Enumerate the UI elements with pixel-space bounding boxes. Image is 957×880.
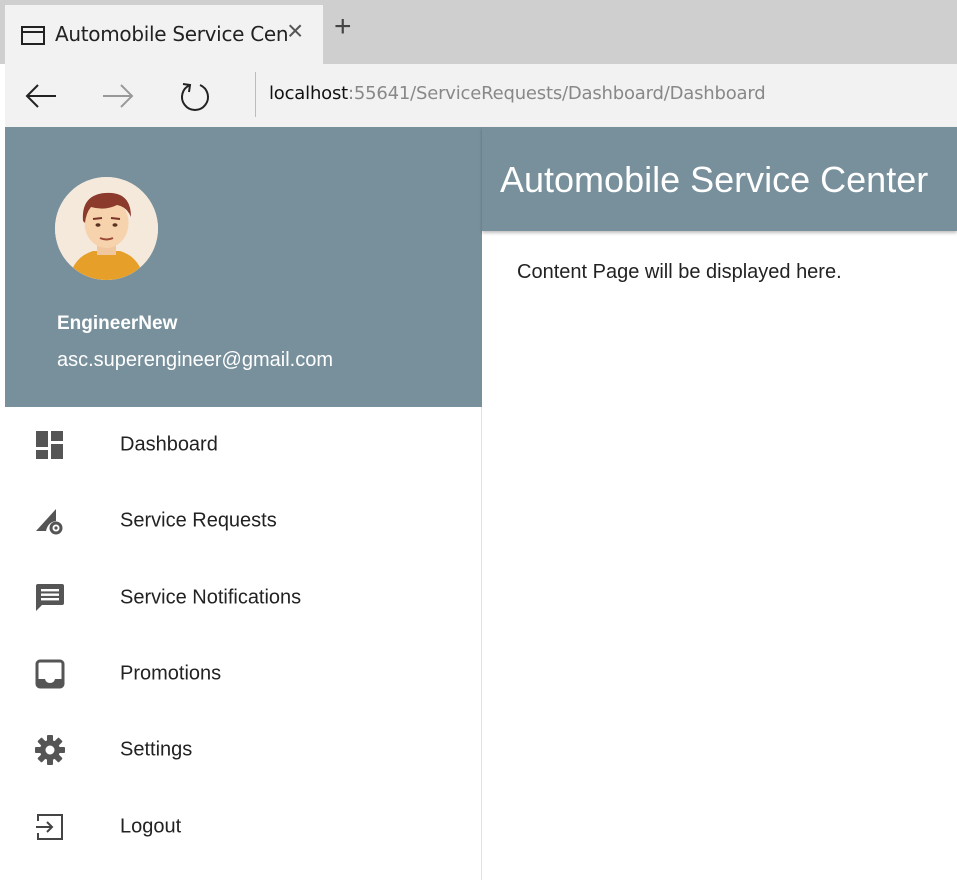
address-separator: [255, 72, 256, 117]
content-placeholder-text: Content Page will be displayed here.: [517, 261, 842, 283]
dashboard-icon: [33, 428, 67, 462]
logout-icon: [33, 810, 67, 844]
app-window: EngineerNew asc.superengineer@gmail.com …: [5, 127, 957, 880]
menu-item-service-notifications[interactable]: Service Notifications: [5, 560, 481, 636]
back-button[interactable]: [21, 64, 61, 127]
service-requests-icon: [33, 504, 67, 538]
side-nav: EngineerNew asc.superengineer@gmail.com …: [5, 127, 482, 880]
address-path: :55641/ServiceRequests/Dashboard/Dashboa…: [348, 83, 766, 104]
user-profile-panel: EngineerNew asc.superengineer@gmail.com: [5, 127, 482, 407]
forward-arrow-icon: [103, 83, 134, 108]
forward-button[interactable]: [98, 64, 138, 127]
refresh-icon: [181, 82, 209, 111]
menu-item-dashboard[interactable]: Dashboard: [5, 407, 481, 483]
back-arrow-icon: [25, 83, 56, 108]
refresh-button[interactable]: [175, 64, 215, 127]
avatar-image: [55, 177, 158, 280]
user-email: asc.superengineer@gmail.com: [57, 349, 333, 371]
window-icon: [21, 26, 45, 45]
menu-item-label: Service Notifications: [120, 586, 302, 609]
main-content: Automobile Service Center Content Page w…: [482, 127, 957, 880]
chat-icon: [33, 581, 67, 615]
page-title: Automobile Service Center: [500, 159, 929, 200]
avatar: [55, 177, 158, 280]
menu-item-label: Dashboard: [120, 433, 218, 456]
side-menu: Dashboard Service Requests Service Notif…: [5, 407, 481, 865]
address-host: localhost: [269, 83, 348, 104]
gear-icon: [33, 733, 67, 767]
browser-tab-strip: Automobile Service Cen × +: [0, 0, 957, 64]
close-tab-icon[interactable]: ×: [287, 17, 303, 45]
menu-item-service-requests[interactable]: Service Requests: [5, 483, 481, 559]
inbox-icon: [33, 657, 67, 691]
tab-title: Automobile Service Cen: [55, 22, 289, 46]
address-bar[interactable]: localhost:55641/ServiceRequests/Dashboar…: [269, 83, 766, 104]
user-name: EngineerNew: [57, 313, 178, 334]
browser-tab[interactable]: Automobile Service Cen ×: [5, 5, 323, 64]
menu-item-label: Service Requests: [120, 509, 277, 532]
menu-item-logout[interactable]: Logout: [5, 788, 481, 864]
browser-nav-bar: localhost:55641/ServiceRequests/Dashboar…: [5, 64, 957, 127]
app-header: Automobile Service Center: [482, 127, 957, 231]
menu-item-label: Settings: [120, 738, 193, 761]
menu-item-promotions[interactable]: Promotions: [5, 636, 481, 712]
menu-item-settings[interactable]: Settings: [5, 712, 481, 788]
menu-item-label: Promotions: [120, 662, 222, 685]
menu-item-label: Logout: [120, 815, 182, 838]
new-tab-button[interactable]: +: [334, 12, 352, 42]
